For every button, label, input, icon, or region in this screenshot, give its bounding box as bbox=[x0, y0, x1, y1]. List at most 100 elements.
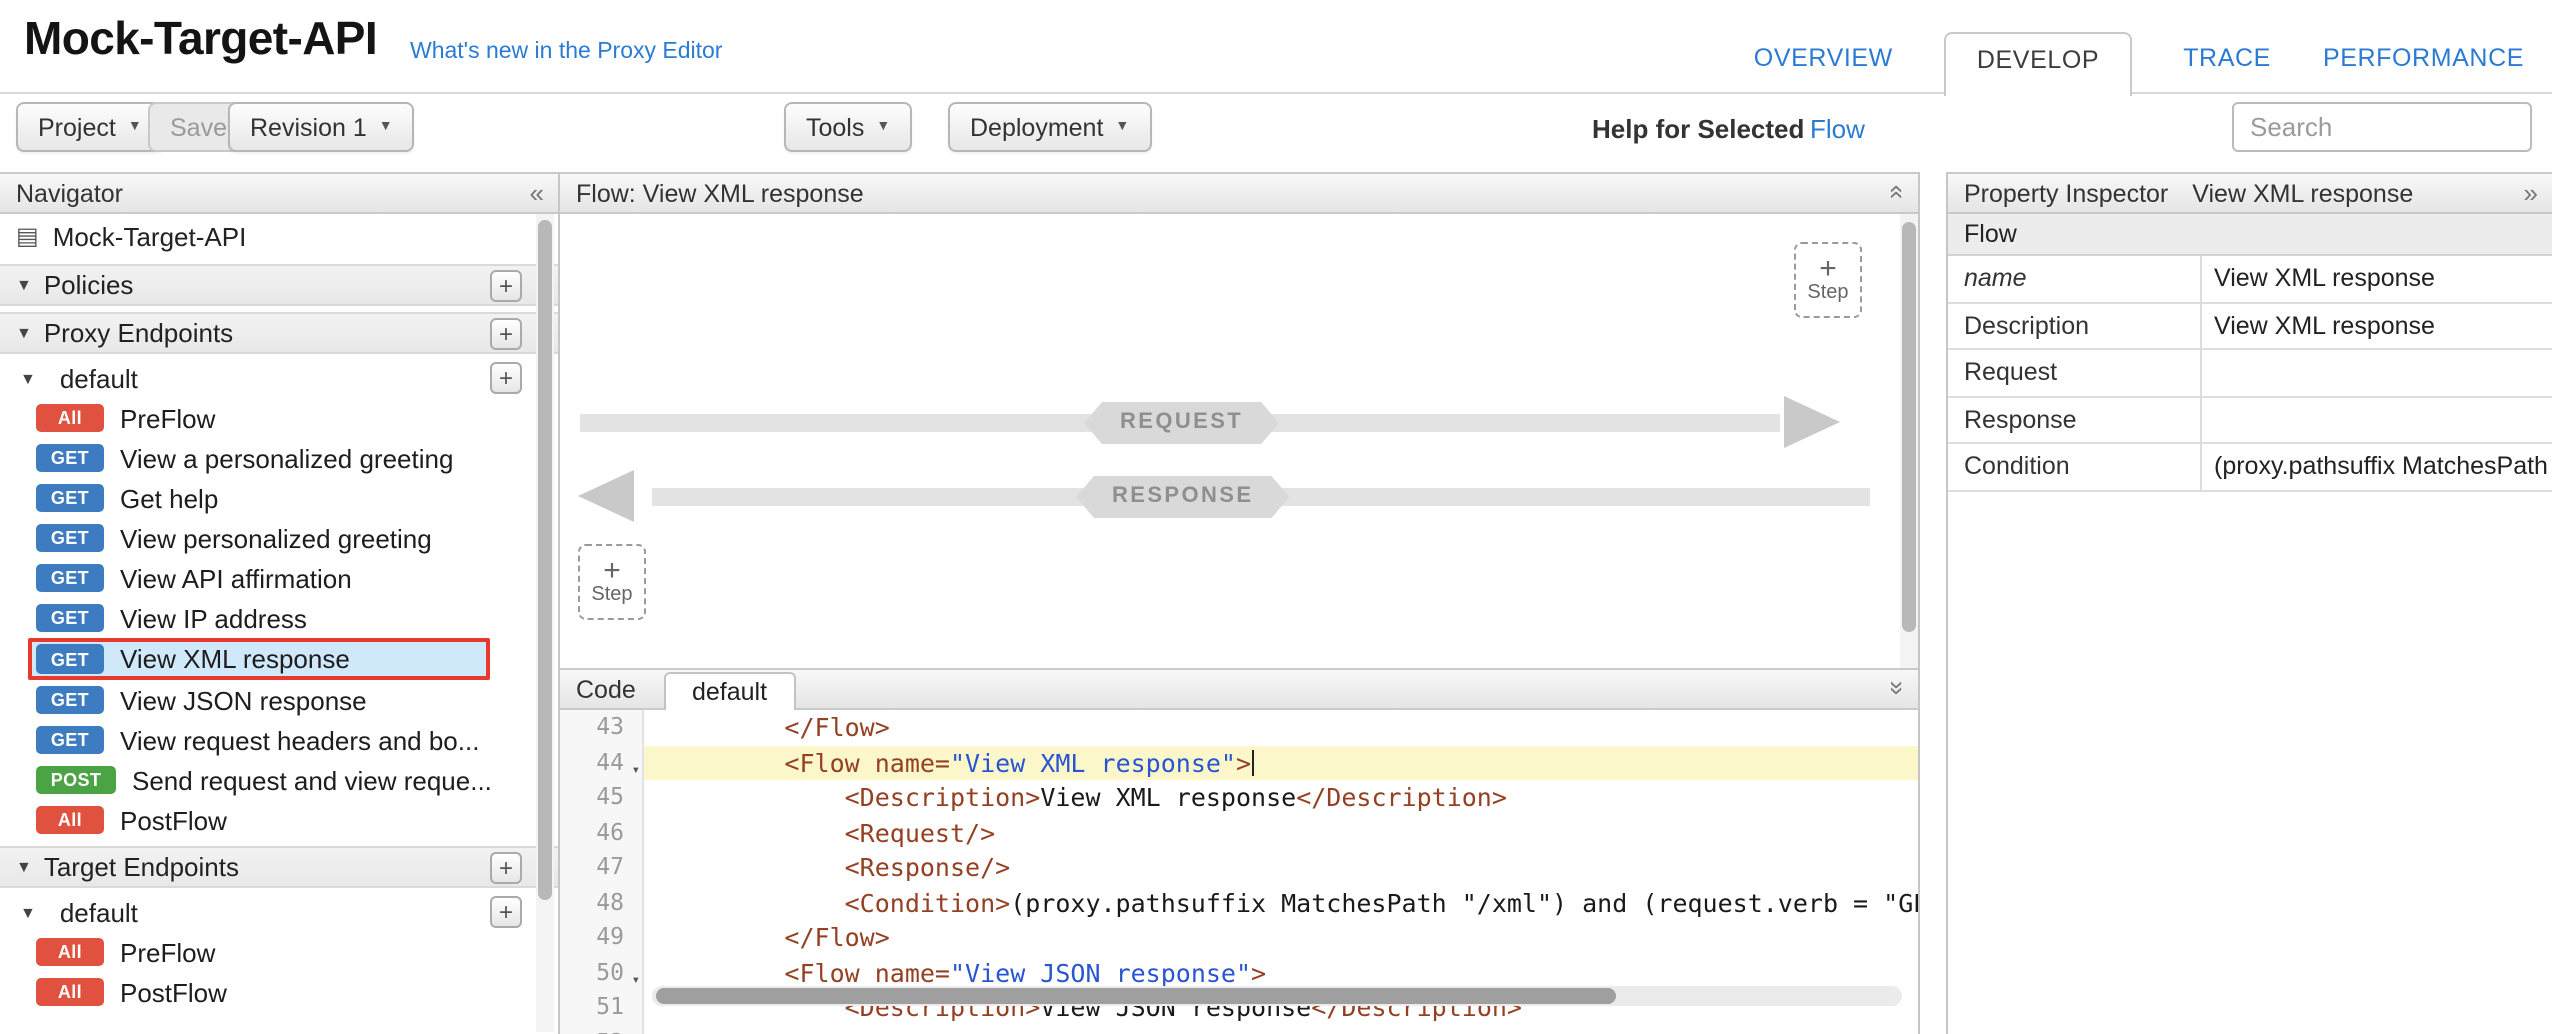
inspector-row-value[interactable]: View XML response bbox=[2202, 256, 2552, 301]
code-line[interactable]: </Flow> bbox=[644, 710, 1918, 745]
flow-panel-title: Flow: View XML response bbox=[576, 179, 864, 207]
add-policy-button[interactable]: + bbox=[490, 270, 522, 302]
nav-flow-item[interactable]: POSTSend request and view reque... bbox=[0, 760, 558, 800]
inspector-row-label: Condition bbox=[1948, 444, 2202, 489]
nav-flow-item[interactable]: AllPostFlow bbox=[0, 972, 558, 1012]
code-token: "View JSON response" bbox=[950, 957, 1251, 987]
nav-flow-item[interactable]: GETView JSON response bbox=[0, 680, 558, 720]
add-target-flow-button[interactable]: + bbox=[490, 896, 522, 928]
nav-group-proxy-default[interactable]: ▼ default + bbox=[0, 358, 558, 398]
method-badge: GET bbox=[36, 524, 104, 553]
code-line[interactable]: <Response/> bbox=[644, 850, 1918, 885]
code-tab-default[interactable]: default bbox=[664, 672, 795, 710]
response-label: RESPONSE bbox=[1076, 476, 1289, 518]
code-hscrollbar[interactable] bbox=[656, 988, 1616, 1004]
code-line[interactable]: <Flow name="View XML response"> bbox=[644, 745, 1918, 780]
code-token: (proxy.pathsuffix MatchesPath "/xml") an… bbox=[1010, 887, 1918, 917]
nav-root-item[interactable]: ▤ Mock-Target-API bbox=[0, 214, 558, 258]
toolbar: Project ▼ Save Revision 1 ▼ Tools ▼ Depl… bbox=[0, 92, 2552, 158]
code-token: </Flow> bbox=[664, 922, 890, 952]
code-token: <Condition> bbox=[664, 887, 1010, 917]
revision-button-label: Revision 1 bbox=[250, 113, 367, 141]
caret-down-icon: ▼ bbox=[876, 120, 890, 134]
code-token: <Flow name= bbox=[664, 747, 950, 777]
code-line[interactable] bbox=[644, 1025, 1918, 1034]
nav-flow-item[interactable]: GETView API affirmation bbox=[0, 558, 558, 598]
inspector-row-value[interactable]: (proxy.pathsuffix MatchesPath "/x bbox=[2202, 444, 2552, 489]
method-badge: GET bbox=[36, 444, 104, 473]
tools-button[interactable]: Tools ▼ bbox=[784, 102, 912, 152]
code-token: </Description> bbox=[1296, 782, 1507, 812]
section-target-endpoints[interactable]: ▼ Target Endpoints + bbox=[0, 846, 558, 888]
navigator-scrollbar[interactable] bbox=[538, 220, 552, 900]
center-panel: Flow: View XML response « + Step REQUEST… bbox=[560, 172, 1920, 1034]
nav-flow-item[interactable]: AllPreFlow bbox=[0, 932, 558, 972]
inspector-row-value[interactable] bbox=[2202, 350, 2552, 395]
section-label: Proxy Endpoints bbox=[44, 318, 233, 348]
expand-inspector-icon[interactable]: » bbox=[2524, 180, 2538, 208]
code-line[interactable]: </Flow> bbox=[644, 920, 1918, 955]
nav-flow-item[interactable]: GETView XML response bbox=[28, 638, 490, 680]
collapse-code-panel-icon[interactable]: » bbox=[1883, 681, 1911, 695]
triangle-down-icon: ▼ bbox=[16, 858, 32, 876]
line-number: 52 bbox=[560, 1025, 642, 1034]
nav-flow-item[interactable]: GETView personalized greeting bbox=[0, 518, 558, 558]
flow-label: PreFlow bbox=[120, 403, 215, 433]
method-badge: GET bbox=[36, 564, 104, 593]
deployment-button[interactable]: Deployment ▼ bbox=[948, 102, 1151, 152]
collapse-flow-panel-icon[interactable]: « bbox=[1883, 185, 1911, 199]
inspector-row: Request bbox=[1948, 350, 2552, 397]
add-proxy-endpoint-button[interactable]: + bbox=[490, 318, 522, 350]
add-proxy-flow-button[interactable]: + bbox=[490, 362, 522, 394]
flow-scrollbar[interactable] bbox=[1902, 222, 1916, 632]
nav-group-target-default[interactable]: ▼ default + bbox=[0, 892, 558, 932]
step-button-label: Step bbox=[1807, 282, 1848, 304]
help-flow-link[interactable]: Flow bbox=[1810, 114, 1865, 144]
code-line[interactable]: <Condition>(proxy.pathsuffix MatchesPath… bbox=[644, 885, 1918, 920]
section-proxy-endpoints[interactable]: ▼ Proxy Endpoints + bbox=[0, 312, 558, 354]
inspector-row-value[interactable]: View XML response bbox=[2202, 303, 2552, 348]
code-token: > bbox=[1236, 747, 1251, 777]
nav-flow-item[interactable]: GETGet help bbox=[0, 478, 558, 518]
section-label: Policies bbox=[44, 270, 134, 300]
nav-flow-item[interactable]: AllPostFlow bbox=[0, 800, 558, 840]
line-number: 51 bbox=[560, 990, 642, 1025]
project-button[interactable]: Project ▼ bbox=[16, 102, 164, 152]
add-target-endpoint-button[interactable]: + bbox=[490, 852, 522, 884]
code-line[interactable]: <Request/> bbox=[644, 815, 1918, 850]
code-token: <Request/> bbox=[664, 817, 995, 847]
section-policies[interactable]: ▼ Policies + bbox=[0, 264, 558, 306]
navigator-panel: Navigator « ▤ Mock-Target-API ▼ Policies… bbox=[0, 172, 560, 1034]
nav-flow-item[interactable]: AllPreFlow bbox=[0, 398, 558, 438]
code-gutter: 4344▾454647484950▾5152 bbox=[560, 710, 644, 1034]
search-input[interactable] bbox=[2232, 102, 2532, 152]
plus-icon: + bbox=[603, 558, 621, 584]
flow-label: View JSON response bbox=[120, 685, 367, 715]
tab-trace[interactable]: TRACE bbox=[2183, 32, 2271, 72]
collapse-navigator-icon[interactable]: « bbox=[530, 180, 544, 208]
nav-flow-item[interactable]: GETView IP address bbox=[0, 598, 558, 638]
nav-flow-item[interactable]: GETView a personalized greeting bbox=[0, 438, 558, 478]
tab-overview[interactable]: OVERVIEW bbox=[1754, 32, 1893, 72]
property-inspector-context: View XML response bbox=[2192, 179, 2413, 207]
tab-performance[interactable]: PERFORMANCE bbox=[2323, 32, 2524, 72]
caret-down-icon: ▼ bbox=[128, 120, 142, 134]
flow-label: Get help bbox=[120, 483, 218, 513]
whats-new-link[interactable]: What's new in the Proxy Editor bbox=[410, 40, 722, 64]
property-inspector-panel: Property Inspector View XML response » F… bbox=[1946, 172, 2552, 1034]
method-badge: GET bbox=[36, 726, 104, 755]
line-number: 50▾ bbox=[560, 955, 642, 990]
tab-develop[interactable]: DEVELOP bbox=[1945, 32, 2131, 96]
property-inspector-header: Property Inspector View XML response » bbox=[1948, 172, 2552, 214]
caret-down-icon: ▼ bbox=[1115, 120, 1129, 134]
code-line[interactable]: <Description>View XML response</Descript… bbox=[644, 780, 1918, 815]
add-step-button-response[interactable]: + Step bbox=[578, 544, 646, 620]
nav-flow-item[interactable]: GETView request headers and bo... bbox=[0, 720, 558, 760]
code-line[interactable]: <Flow name="View JSON response"> bbox=[644, 955, 1918, 990]
group-label: default bbox=[60, 897, 138, 927]
deployment-button-label: Deployment bbox=[970, 113, 1103, 141]
inspector-row-value[interactable] bbox=[2202, 397, 2552, 442]
help-for-selected-label: Help for Selected bbox=[1592, 114, 1804, 144]
add-step-button-request[interactable]: + Step bbox=[1794, 242, 1862, 318]
revision-button[interactable]: Revision 1 ▼ bbox=[228, 102, 415, 152]
